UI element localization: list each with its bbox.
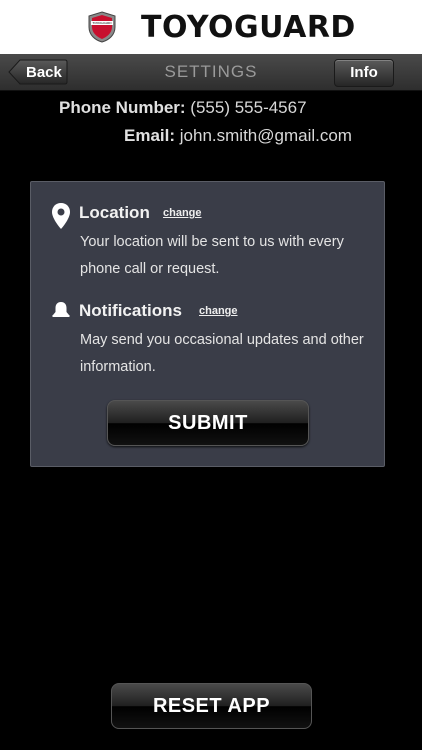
bell-icon xyxy=(52,302,70,317)
email-row: Email: john.smith@gmail.com xyxy=(124,126,352,146)
phone-row: Phone Number: (555) 555-4567 xyxy=(59,98,307,118)
brand-title: TOYOGUARD xyxy=(141,10,356,45)
email-label: Email: xyxy=(124,126,176,145)
reset-app-button[interactable]: RESET APP xyxy=(111,683,312,729)
location-description: Your location will be sent to us with ev… xyxy=(80,234,344,277)
email-value: john.smith@gmail.com xyxy=(179,126,352,145)
phone-label: Phone Number: xyxy=(59,98,186,117)
info-button[interactable]: Info xyxy=(334,59,394,87)
toyoguard-shield-logo: TOYOGUARD xyxy=(88,11,116,43)
notifications-change-link[interactable]: change xyxy=(199,305,238,317)
submit-button[interactable]: SUBMIT xyxy=(107,400,309,446)
location-change-link[interactable]: change xyxy=(163,207,202,219)
notifications-title: Notifications xyxy=(79,301,182,320)
navigation-bar: Back SETTINGS Info xyxy=(0,54,422,91)
phone-value: (555) 555-4567 xyxy=(190,98,307,117)
location-title: Location xyxy=(79,203,150,222)
location-pin-icon xyxy=(52,203,70,229)
app-header: TOYOGUARD TOYOGUARD xyxy=(0,0,422,54)
settings-panel: Location change Your location will be se… xyxy=(30,181,385,467)
svg-text:TOYOGUARD: TOYOGUARD xyxy=(91,21,112,25)
notifications-description: May send you occasional updates and othe… xyxy=(80,332,364,375)
